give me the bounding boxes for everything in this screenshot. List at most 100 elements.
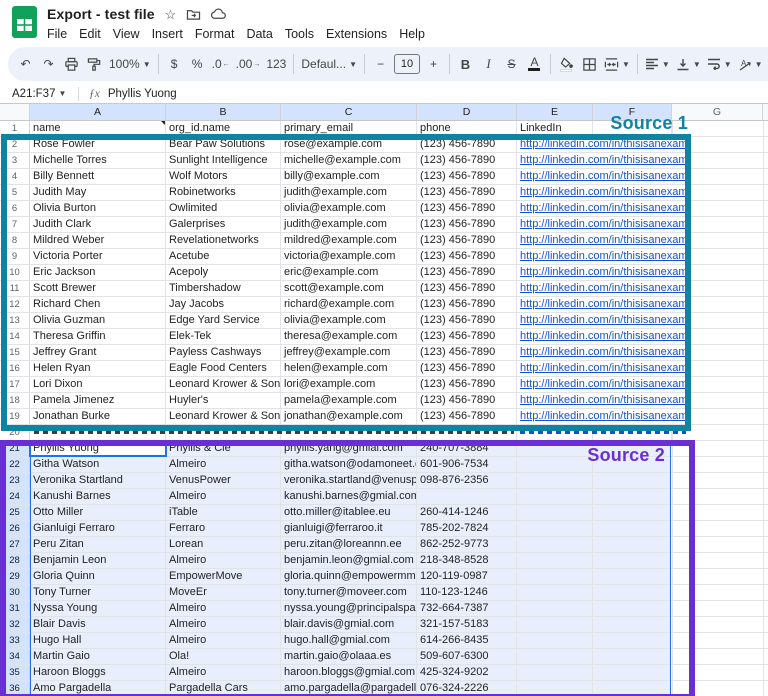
font-family-select[interactable]: Defaul...▼ (298, 52, 360, 76)
cell-A12[interactable]: Richard Chen (30, 297, 166, 312)
row-header-19[interactable]: 19 (0, 409, 30, 424)
cell-A28[interactable]: Benjamin Leon (30, 553, 166, 568)
row-header-17[interactable]: 17 (0, 377, 30, 392)
cell-E14-linkedin-link[interactable]: http://linkedin.com/in/thisisanexample (517, 329, 690, 344)
cell-F29[interactable] (593, 569, 670, 584)
cell-C23[interactable]: veronika.startland@venuspow (281, 473, 417, 488)
cell-D31[interactable]: 732-664-7387 (417, 601, 517, 616)
row-header-1[interactable]: 1 (0, 121, 30, 136)
row-header-5[interactable]: 5 (0, 185, 30, 200)
cell-C28[interactable]: benjamin.leon@gmial.com (281, 553, 417, 568)
move-folder-icon[interactable] (186, 8, 201, 21)
cell-A33[interactable]: Hugo Hall (30, 633, 166, 648)
redo-button[interactable]: ↷ (37, 52, 60, 76)
cell-D23[interactable]: 098-876-2356 (417, 473, 517, 488)
cell-D18[interactable]: (123) 456-7890 (417, 393, 517, 408)
cell-E11-linkedin-link[interactable]: http://linkedin.com/in/thisisanexample (517, 281, 690, 296)
cell-F25[interactable] (593, 505, 670, 520)
cell-C36[interactable]: amo.pargadella@pargadella-c (281, 681, 417, 696)
cell-D8[interactable]: (123) 456-7890 (417, 233, 517, 248)
cell-C31[interactable]: nyssa.young@principalspace.c (281, 601, 417, 616)
cell-A36[interactable]: Amo Pargadella (30, 681, 166, 696)
cell-B29[interactable]: EmpowerMove (166, 569, 281, 584)
cell-D13[interactable]: (123) 456-7890 (417, 313, 517, 328)
cell-C17[interactable]: lori@example.com (281, 377, 417, 392)
cell-E27[interactable] (517, 537, 593, 552)
italic-button[interactable]: I (477, 52, 500, 76)
cell-E35[interactable] (517, 665, 593, 680)
cell-B31[interactable]: Almeiro (166, 601, 281, 616)
row-header-32[interactable]: 32 (0, 617, 30, 632)
cell-D26[interactable]: 785-202-7824 (417, 521, 517, 536)
increase-font-size-button[interactable]: + (422, 52, 445, 76)
cell-D17[interactable]: (123) 456-7890 (417, 377, 517, 392)
cell-D25[interactable]: 260-414-1246 (417, 505, 517, 520)
cell-B25[interactable]: iTable (166, 505, 281, 520)
cell-B26[interactable]: Ferraro (166, 521, 281, 536)
cell-B4[interactable]: Wolf Motors (166, 169, 281, 184)
cell-D6[interactable]: (123) 456-7890 (417, 201, 517, 216)
cell-A24[interactable]: Kanushi Barnes (30, 489, 166, 504)
cell-A14[interactable]: Theresa Griffin (30, 329, 166, 344)
cell-A26[interactable]: Gianluigi Ferraro (30, 521, 166, 536)
cell-E8-linkedin-link[interactable]: http://linkedin.com/in/thisisanexample (517, 233, 690, 248)
cell-E28[interactable] (517, 553, 593, 568)
cell-A2[interactable]: Rose Fowler (30, 137, 166, 152)
row-header-18[interactable]: 18 (0, 393, 30, 408)
cell-D30[interactable]: 110-123-1246 (417, 585, 517, 600)
row-header-6[interactable]: 6 (0, 201, 30, 216)
cell-C15[interactable]: jeffrey@example.com (281, 345, 417, 360)
cell-D16[interactable]: (123) 456-7890 (417, 361, 517, 376)
cell-C18[interactable]: pamela@example.com (281, 393, 417, 408)
cell-C34[interactable]: martin.gaio@olaaa.es (281, 649, 417, 664)
row-header-21[interactable]: 21 (0, 441, 30, 456)
cell-B35[interactable]: Almeiro (166, 665, 281, 680)
row-header-36[interactable]: 36 (0, 681, 30, 696)
cell-A17[interactable]: Lori Dixon (30, 377, 166, 392)
increase-decimal-button[interactable]: .00→ (233, 52, 264, 76)
cell-B1[interactable]: org_id.name (166, 121, 281, 136)
cell-A4[interactable]: Billy Bennett (30, 169, 166, 184)
cell-B21[interactable]: Phyllis & Cie (166, 441, 281, 456)
sheets-logo[interactable] (11, 5, 38, 39)
cell-A35[interactable]: Haroon Bloggs (30, 665, 166, 680)
cell-D33[interactable]: 614-266-8435 (417, 633, 517, 648)
cell-F26[interactable] (593, 521, 670, 536)
cell-B2[interactable]: Bear Paw Solutions (166, 137, 281, 152)
row-header-26[interactable]: 26 (0, 521, 30, 536)
decrease-font-size-button[interactable]: − (369, 52, 392, 76)
cell-B36[interactable]: Pargadella Cars (166, 681, 281, 696)
cell-C27[interactable]: peru.zitan@loreannn.ee (281, 537, 417, 552)
column-header-B[interactable]: B (166, 104, 281, 120)
cell-A11[interactable]: Scott Brewer (30, 281, 166, 296)
cell-A1[interactable]: name (30, 121, 166, 136)
print-button[interactable] (60, 52, 83, 76)
cell-E13-linkedin-link[interactable]: http://linkedin.com/in/thisisanexample (517, 313, 690, 328)
cell-D5[interactable]: (123) 456-7890 (417, 185, 517, 200)
cell-E29[interactable] (517, 569, 593, 584)
column-header-D[interactable]: D (417, 104, 517, 120)
cell-E7-linkedin-link[interactable]: http://linkedin.com/in/thisisanexample (517, 217, 690, 232)
text-wrap-button[interactable]: ▼ (704, 52, 735, 76)
cell-C8[interactable]: mildred@example.com (281, 233, 417, 248)
cell-D1[interactable]: phone (417, 121, 517, 136)
cell-D32[interactable]: 321-157-5183 (417, 617, 517, 632)
menu-format[interactable]: Format (189, 25, 241, 43)
cell-A25[interactable]: Otto Miller (30, 505, 166, 520)
cell-A19[interactable]: Jonathan Burke (30, 409, 166, 424)
cell-E23[interactable] (517, 473, 593, 488)
cell-B24[interactable]: Almeiro (166, 489, 281, 504)
cell-D24[interactable] (417, 489, 517, 504)
cell-F35[interactable] (593, 665, 670, 680)
cell-D19[interactable]: (123) 456-7890 (417, 409, 517, 424)
row-header-20[interactable]: 20 (0, 425, 30, 440)
cell-D12[interactable]: (123) 456-7890 (417, 297, 517, 312)
cell-B27[interactable]: Lorean (166, 537, 281, 552)
cell-E31[interactable] (517, 601, 593, 616)
cell-E26[interactable] (517, 521, 593, 536)
horizontal-align-button[interactable]: ▼ (642, 52, 673, 76)
row-header-31[interactable]: 31 (0, 601, 30, 616)
cell-E16-linkedin-link[interactable]: http://linkedin.com/in/thisisanexample (517, 361, 690, 376)
cell-A10[interactable]: Eric Jackson (30, 265, 166, 280)
cell-B7[interactable]: Galerprises (166, 217, 281, 232)
